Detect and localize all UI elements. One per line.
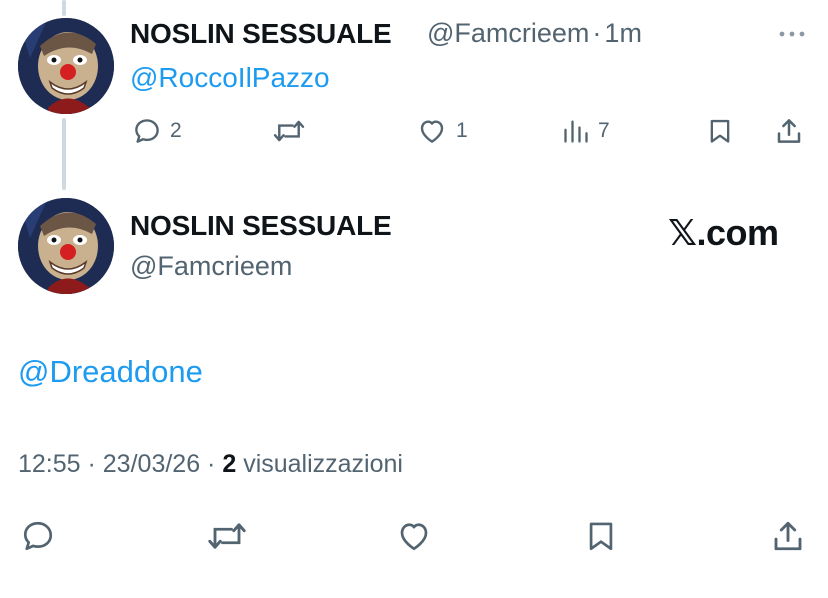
tweet-date[interactable]: 23/03/26 <box>103 450 200 478</box>
reply-mention-link[interactable]: @RoccoIlPazzo <box>130 62 330 94</box>
reply-meta-separator: · <box>592 18 602 48</box>
thread-line-top <box>62 0 66 16</box>
reply-views-button[interactable]: 7 <box>562 116 610 146</box>
more-dots-icon[interactable] <box>777 24 807 44</box>
main-like-button[interactable] <box>394 518 434 554</box>
reply-share-button[interactable] <box>774 116 804 146</box>
share-icon <box>777 119 801 143</box>
avatar[interactable] <box>18 198 114 294</box>
main-share-button[interactable] <box>770 518 806 554</box>
reply-like-count: 1 <box>456 119 468 142</box>
heart-icon <box>400 523 428 551</box>
x-com-watermark: 𝕏.com <box>668 212 779 254</box>
main-mention-link[interactable]: @Dreaddone <box>18 354 203 390</box>
reply-repost-button[interactable] <box>272 116 306 146</box>
reply-bookmark-button[interactable] <box>706 116 734 146</box>
repost-icon <box>273 120 305 142</box>
reply-author-handle[interactable]: @Famcrieem <box>427 18 589 48</box>
clown-avatar-icon <box>18 198 114 294</box>
bookmark-icon <box>589 522 613 551</box>
tweet-time[interactable]: 12:55 <box>18 450 81 478</box>
reply-author-name[interactable]: NOSLIN SESSUALE <box>130 18 392 50</box>
views-number: 2 <box>222 450 237 478</box>
share-icon <box>774 521 802 551</box>
views-label: visualizzazioni <box>243 450 403 478</box>
reply-like-button[interactable]: 1 <box>416 116 468 146</box>
meta-separator: · <box>200 450 223 478</box>
heart-icon <box>420 120 444 143</box>
main-author-name[interactable]: NOSLIN SESSUALE <box>130 210 392 242</box>
views-chart-icon <box>564 120 588 143</box>
reply-views-count: 7 <box>598 119 610 142</box>
reply-comment-button[interactable]: 2 <box>132 116 182 146</box>
avatar[interactable] <box>18 18 114 114</box>
reply-timestamp[interactable]: 1m <box>604 18 642 48</box>
repost-icon <box>208 523 246 549</box>
tweet-meta-line: 12:55 · 23/03/26 · 2 visualizzazioni <box>18 450 403 479</box>
x-logo-icon: 𝕏 <box>668 212 697 253</box>
thread-line-connector <box>62 118 66 190</box>
comment-icon <box>23 521 53 551</box>
clown-avatar-icon <box>18 18 114 114</box>
main-author-handle[interactable]: @Famcrieem <box>130 251 292 282</box>
reply-author-meta: @Famcrieem · 1m <box>427 18 642 49</box>
main-bookmark-button[interactable] <box>584 518 618 554</box>
watermark-domain: .com <box>696 212 780 253</box>
bookmark-icon <box>710 119 730 143</box>
main-repost-button[interactable] <box>206 518 248 554</box>
main-comment-button[interactable] <box>20 518 56 554</box>
meta-separator: · <box>80 450 103 478</box>
comment-icon <box>135 119 159 143</box>
reply-comment-count: 2 <box>170 119 182 142</box>
